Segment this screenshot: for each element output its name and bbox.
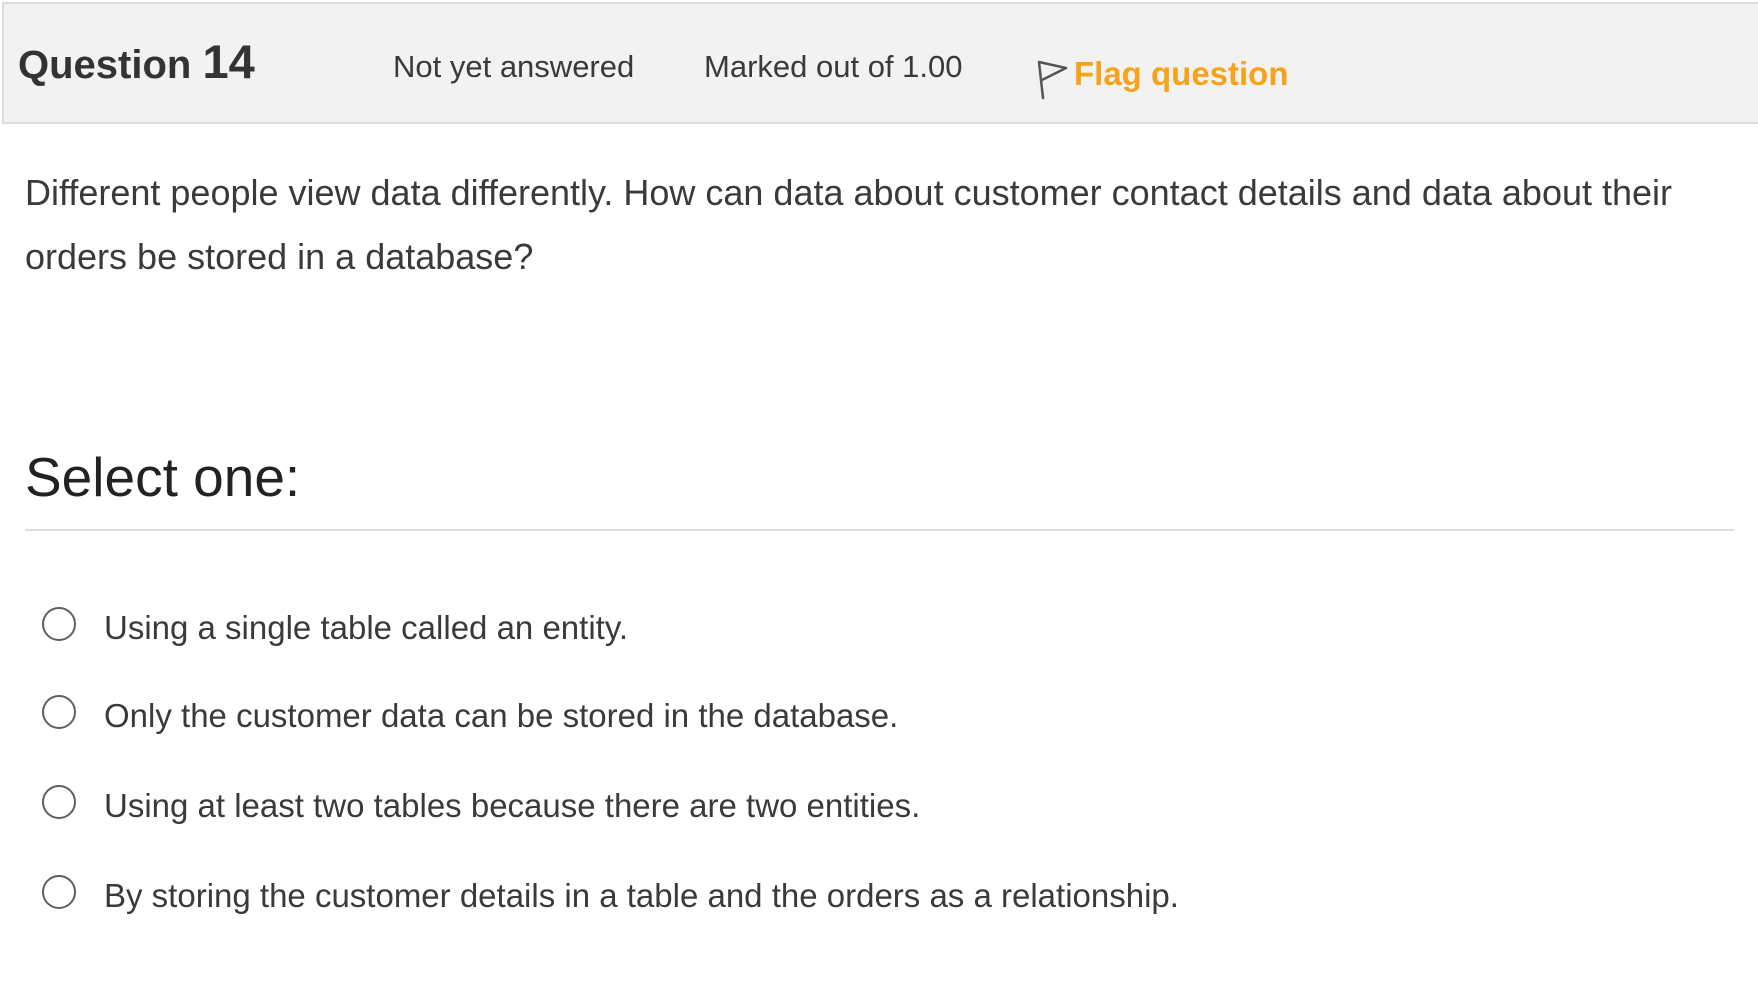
radio-button[interactable] (42, 875, 76, 909)
question-prefix: Question (18, 43, 192, 87)
radio-button[interactable] (42, 785, 76, 819)
question-grade: Marked out of 1.00 (704, 49, 963, 84)
answer-option-label[interactable]: Using a single table called an entity. (104, 609, 628, 647)
answer-option-4[interactable]: By storing the customer details in a tab… (42, 869, 1179, 915)
answer-option-2[interactable]: Only the customer data can be stored in … (42, 689, 898, 735)
flag-question-button[interactable]: Flag question (1034, 46, 1289, 102)
divider (25, 529, 1734, 531)
flag-question-label[interactable]: Flag question (1074, 55, 1289, 93)
question-state: Not yet answered (393, 49, 635, 84)
question-title: Question 14 (18, 34, 255, 89)
answer-option-3[interactable]: Using at least two tables because there … (42, 779, 920, 825)
answer-option-label[interactable]: By storing the customer details in a tab… (104, 877, 1179, 915)
answer-option-label[interactable]: Only the customer data can be stored in … (104, 697, 898, 735)
radio-button[interactable] (42, 607, 76, 641)
question-number: 14 (202, 35, 255, 88)
flag-outline-icon (1037, 60, 1068, 100)
question-info-bar: Question 14 Not yet answered Marked out … (2, 2, 1758, 124)
select-one-prompt: Select one: (25, 446, 301, 508)
answer-option-1[interactable]: Using a single table called an entity. (42, 601, 628, 647)
question-text: Different people view data differently. … (25, 172, 1673, 277)
answer-option-label[interactable]: Using at least two tables because there … (104, 787, 920, 825)
radio-button[interactable] (42, 695, 76, 729)
